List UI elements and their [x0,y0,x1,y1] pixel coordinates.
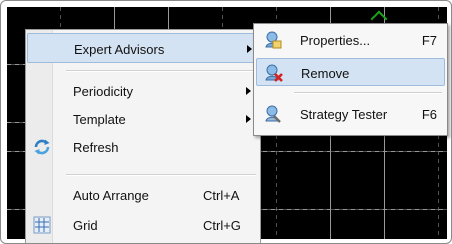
application-window: Expert Advisors Periodicity Template Ref… [0,0,452,244]
menu-item-grid[interactable]: Grid Ctrl+G [27,210,259,240]
menu-item-label: Periodicity [73,84,133,99]
submenu-separator [294,92,442,94]
refresh-icon [34,139,50,155]
submenu-arrow-icon [247,45,252,53]
menu-separator [66,174,256,176]
grid-icon [33,216,51,234]
submenu-item-strategy-tester[interactable]: Strategy Tester F6 [256,100,445,128]
strategy-tester-icon [265,105,281,123]
menu-item-template[interactable]: Template [27,104,259,134]
expert-properties-icon [265,31,282,49]
submenu-item-properties[interactable]: Properties... F7 [256,26,445,54]
menu-separator [66,70,256,72]
submenu-item-shortcut: F6 [421,107,437,122]
submenu-item-label: Remove [301,66,350,81]
submenu-arrow-icon [246,115,251,123]
menu-item-periodicity[interactable]: Periodicity [27,76,259,106]
menu-item-label: Template [73,112,126,127]
menu-item-shortcut: Ctrl+G [203,218,241,233]
menu-item-label: Refresh [73,140,119,155]
menu-item-expert-advisors[interactable]: Expert Advisors [27,33,259,63]
submenu-item-remove[interactable]: Remove [256,58,445,86]
submenu-item-label: Properties... [300,33,371,48]
expert-advisors-submenu: Properties... F7 Remove Strategy Tester … [253,23,448,136]
menu-item-label: Grid [73,218,98,233]
submenu-item-label: Strategy Tester [300,107,388,122]
expert-remove-icon [265,64,283,82]
chart-context-menu: Expert Advisors Periodicity Template Ref… [25,29,261,243]
menu-item-shortcut: Ctrl+A [203,188,240,203]
submenu-arrow-icon [246,87,251,95]
submenu-item-shortcut: F7 [421,33,437,48]
menu-item-label: Expert Advisors [74,42,165,57]
menu-item-label: Auto Arrange [73,188,149,203]
menu-item-refresh[interactable]: Refresh [27,132,259,162]
menu-item-auto-arrange[interactable]: Auto Arrange Ctrl+A [27,180,259,210]
